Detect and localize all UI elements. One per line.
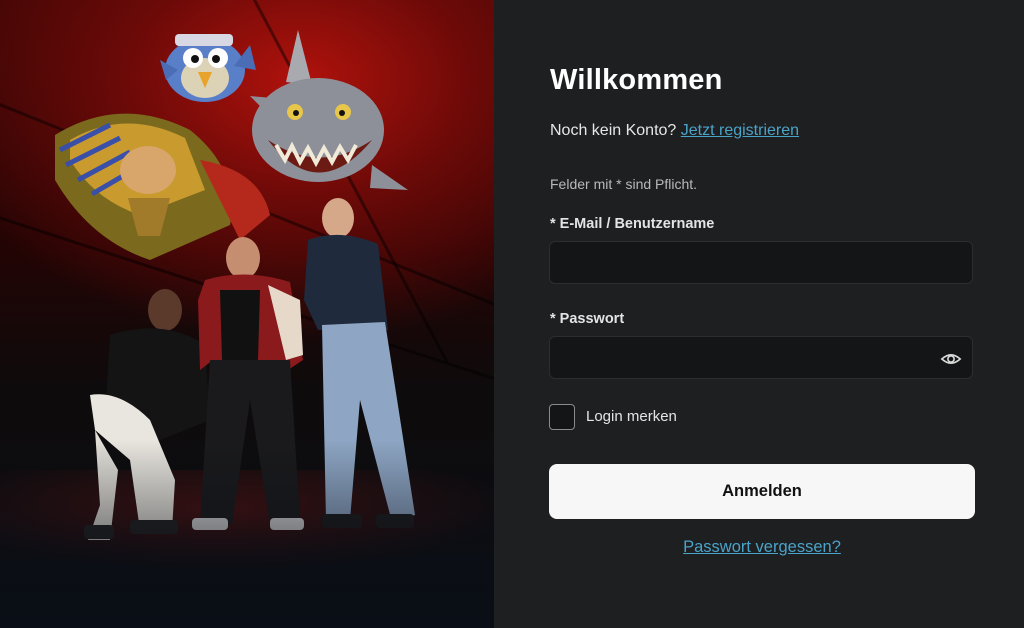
hero-image: [0, 0, 494, 628]
no-account-text: Noch kein Konto?: [550, 122, 677, 139]
password-label: * Passwort: [550, 311, 625, 327]
hero-vignette: [0, 0, 494, 628]
email-label: * E-Mail / Benutzername: [550, 216, 715, 232]
forgot-password-row: Passwort vergessen?: [549, 538, 975, 557]
email-field[interactable]: [549, 241, 973, 284]
eye-icon[interactable]: [940, 348, 962, 370]
required-fields-note: Felder mit * sind Pflicht.: [550, 176, 698, 192]
page-title: Willkommen: [550, 64, 723, 96]
remember-checkbox[interactable]: [549, 404, 575, 430]
login-panel: Willkommen Noch kein Konto? Jetzt regist…: [494, 0, 1024, 628]
remember-label: Login merken: [586, 408, 677, 425]
register-link[interactable]: Jetzt registrieren: [681, 122, 799, 139]
login-button[interactable]: Anmelden: [549, 464, 975, 519]
register-prompt: Noch kein Konto? Jetzt registrieren: [550, 122, 799, 140]
forgot-password-link[interactable]: Passwort vergessen?: [683, 538, 841, 556]
password-field[interactable]: [549, 336, 973, 379]
